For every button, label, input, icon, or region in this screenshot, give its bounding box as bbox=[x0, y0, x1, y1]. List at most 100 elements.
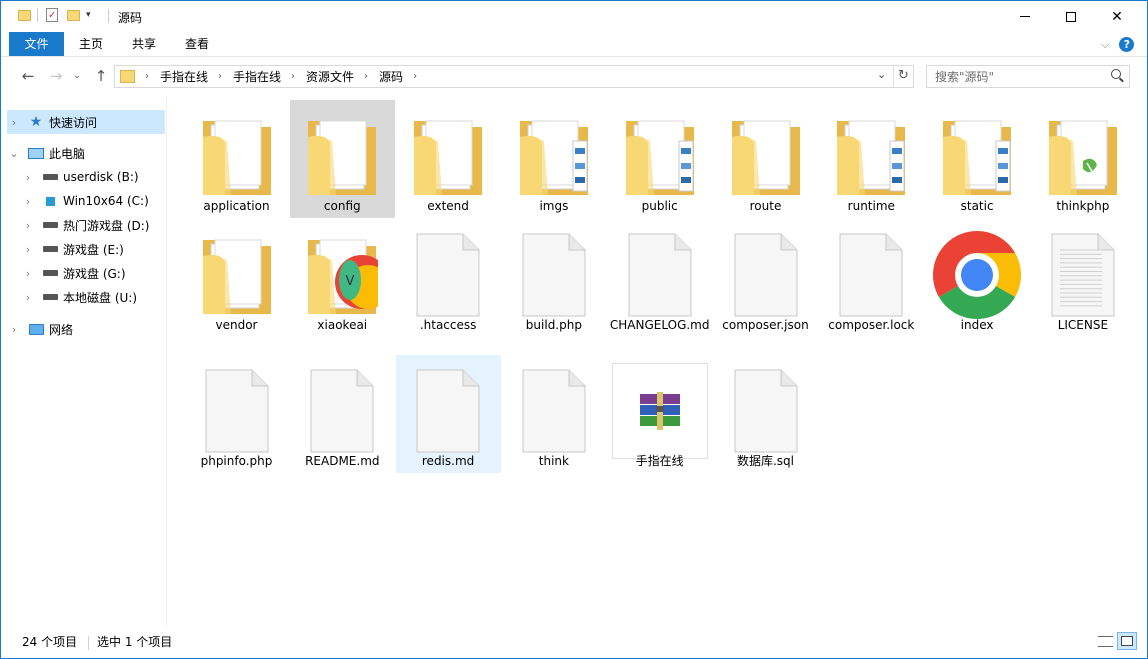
status-bar: 24 个项目 选中 1 个项目 bbox=[1, 627, 1147, 658]
breadcrumb-separator-icon[interactable]: › bbox=[364, 71, 368, 82]
quick-access-toolbar: ✓ ▾ bbox=[18, 8, 91, 22]
file-item[interactable]: CHANGELOG.md bbox=[607, 219, 712, 355]
help-icon[interactable]: ? bbox=[1119, 37, 1135, 52]
file-item[interactable]: Vxiaokeai bbox=[290, 219, 395, 337]
tab-share[interactable]: 共享 bbox=[121, 32, 167, 56]
up-button[interactable]: ↑ bbox=[91, 66, 111, 86]
file-icon bbox=[718, 227, 814, 323]
file-item[interactable]: 手指在线 bbox=[607, 355, 712, 473]
file-item[interactable]: build.php bbox=[501, 219, 606, 337]
chevron-right-icon[interactable]: › bbox=[21, 291, 35, 304]
sidebar-item-drive-d[interactable]: › 热门游戏盘 (D:) bbox=[21, 213, 165, 237]
address-dropdown-icon[interactable]: ⌄ bbox=[877, 68, 886, 81]
file-item[interactable]: 数据库.sql bbox=[713, 355, 818, 473]
maximize-button[interactable] bbox=[1048, 1, 1094, 32]
search-input[interactable] bbox=[927, 66, 1097, 87]
large-icons-view-button[interactable] bbox=[1117, 632, 1137, 650]
file-item[interactable]: extend bbox=[396, 100, 501, 218]
file-name: index bbox=[960, 318, 994, 332]
file-item[interactable]: README.md bbox=[290, 355, 395, 473]
vertical-scrollbar[interactable] bbox=[1136, 96, 1147, 626]
back-arrow-icon: ← bbox=[21, 67, 35, 85]
breadcrumb-separator-icon[interactable]: › bbox=[145, 71, 149, 82]
chevron-right-icon[interactable]: › bbox=[21, 171, 35, 184]
address-bar[interactable]: › 手指在线 › 手指在线 › 资源文件 › 源码 › ⌄ ↻ bbox=[114, 65, 914, 88]
file-item[interactable]: static bbox=[925, 100, 1030, 218]
file-item[interactable]: think bbox=[501, 355, 606, 473]
file-item[interactable]: public bbox=[607, 100, 712, 218]
chevron-right-icon[interactable]: › bbox=[21, 267, 35, 280]
sidebar-item-drive-e[interactable]: › 游戏盘 (E:) bbox=[21, 237, 165, 261]
tab-home[interactable]: 主页 bbox=[68, 32, 114, 56]
chevron-right-icon[interactable]: › bbox=[7, 116, 21, 129]
file-icon bbox=[294, 363, 390, 459]
chrome-icon bbox=[929, 227, 1025, 323]
breadcrumb-separator-icon[interactable]: › bbox=[413, 71, 417, 82]
sidebar-item-drive-g[interactable]: › 游戏盘 (G:) bbox=[21, 261, 165, 285]
chevron-right-icon[interactable]: › bbox=[21, 219, 35, 232]
sidebar-item-drive-c[interactable]: › Win10x64 (C:) bbox=[21, 189, 165, 213]
drive-icon bbox=[41, 241, 59, 257]
file-item[interactable]: runtime bbox=[819, 100, 924, 218]
file-name: runtime bbox=[847, 199, 895, 213]
folder-icon bbox=[189, 108, 285, 204]
chevron-right-icon[interactable]: › bbox=[7, 323, 21, 336]
file-item[interactable]: composer.json bbox=[713, 219, 818, 337]
file-icon bbox=[718, 363, 814, 459]
file-item[interactable]: index bbox=[925, 219, 1030, 337]
chevron-down-icon: ⌄ bbox=[73, 71, 81, 81]
file-item[interactable]: phpinfo.php bbox=[184, 355, 289, 473]
details-view-button[interactable] bbox=[1095, 632, 1115, 650]
file-item[interactable]: thinkphp bbox=[1030, 100, 1135, 218]
properties-icon[interactable]: ✓ bbox=[46, 8, 58, 22]
file-item[interactable]: .htaccess bbox=[396, 219, 501, 337]
folder-icon bbox=[929, 108, 1025, 204]
windows-drive-icon bbox=[41, 193, 59, 209]
file-item[interactable]: vendor bbox=[184, 219, 289, 337]
folder-icon bbox=[506, 108, 602, 204]
sidebar-item-label: 此电脑 bbox=[49, 146, 86, 161]
sidebar-item-drive-b[interactable]: › userdisk (B:) bbox=[21, 165, 165, 189]
folder-icon bbox=[400, 108, 496, 204]
sidebar-item-quick-access[interactable]: › ★ 快速访问 bbox=[7, 110, 165, 134]
tab-file[interactable]: 文件 bbox=[9, 32, 64, 56]
breadcrumb-item[interactable]: 手指在线 bbox=[233, 68, 281, 85]
chevron-right-icon[interactable]: › bbox=[21, 195, 35, 208]
drive-icon bbox=[41, 217, 59, 233]
sidebar-item-label: 快速访问 bbox=[49, 115, 98, 130]
forward-button[interactable]: → bbox=[46, 66, 66, 86]
sidebar-item-network[interactable]: › 网络 bbox=[7, 317, 165, 341]
folder-icon bbox=[120, 70, 135, 83]
chevron-down-icon[interactable]: ⌄ bbox=[7, 147, 21, 160]
new-folder-icon[interactable] bbox=[67, 9, 80, 21]
expand-ribbon-icon[interactable]: ⌵ bbox=[1101, 38, 1109, 52]
search-box[interactable] bbox=[926, 65, 1130, 88]
file-item[interactable]: route bbox=[713, 100, 818, 218]
refresh-icon[interactable]: ↻ bbox=[898, 68, 909, 83]
ribbon: 文件 主页 共享 查看 ⌵ ? bbox=[1, 32, 1147, 57]
back-button[interactable]: ← bbox=[18, 66, 38, 86]
sidebar-item-this-pc[interactable]: ⌄ 此电脑 bbox=[7, 141, 165, 165]
breadcrumb-item[interactable]: 手指在线 bbox=[160, 68, 208, 85]
close-button[interactable]: ✕ bbox=[1094, 1, 1140, 32]
recent-locations-button[interactable]: ⌄ bbox=[67, 66, 87, 86]
file-item[interactable]: imgs bbox=[501, 100, 606, 218]
file-name: config bbox=[323, 199, 361, 213]
file-item[interactable]: config bbox=[289, 100, 395, 218]
file-item[interactable]: application bbox=[184, 100, 289, 218]
file-name: static bbox=[960, 199, 994, 213]
file-item[interactable]: composer.lock bbox=[819, 219, 924, 337]
breadcrumb-separator-icon[interactable]: › bbox=[218, 71, 222, 82]
breadcrumb-item[interactable]: 源码 bbox=[379, 68, 403, 85]
tab-view[interactable]: 查看 bbox=[174, 32, 220, 56]
customize-dropdown-icon[interactable]: ▾ bbox=[86, 10, 91, 20]
minimize-button[interactable] bbox=[1002, 1, 1048, 32]
sidebar-item-drive-u[interactable]: › 本地磁盘 (U:) bbox=[21, 285, 165, 309]
breadcrumb-separator-icon[interactable]: › bbox=[291, 71, 295, 82]
file-item[interactable]: LICENSE bbox=[1030, 219, 1135, 337]
chevron-right-icon[interactable]: › bbox=[21, 243, 35, 256]
file-name: extend bbox=[427, 199, 469, 213]
file-icon bbox=[612, 227, 708, 323]
breadcrumb-item[interactable]: 资源文件 bbox=[306, 68, 354, 85]
file-item[interactable]: redis.md bbox=[395, 355, 501, 473]
